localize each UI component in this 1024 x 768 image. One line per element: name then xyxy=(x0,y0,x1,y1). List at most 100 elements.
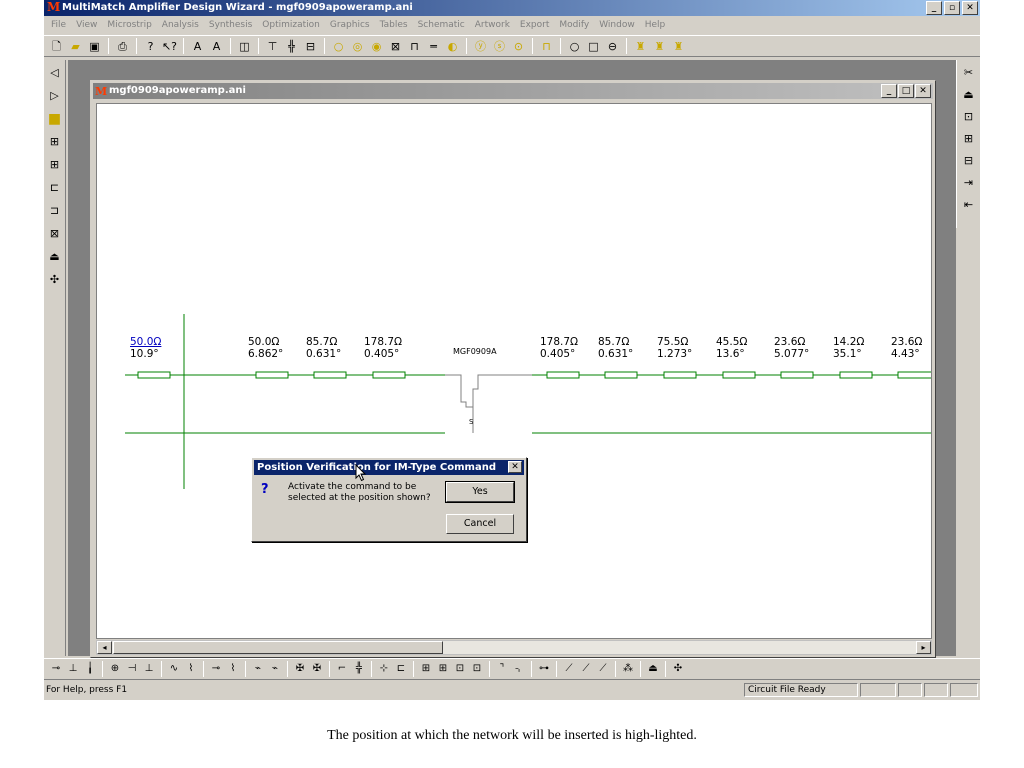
ckt-insert-icon[interactable]: ⊞ xyxy=(46,133,64,151)
network-d-icon[interactable]: ⊡ xyxy=(469,661,485,677)
schematic-canvas[interactable]: 50.0Ω 10.9° 50.0Ω 6.862° 85.7Ω 0.631° 17… xyxy=(96,103,932,639)
stub-right-2[interactable] xyxy=(604,371,638,379)
pulse-icon[interactable]: ⊓ xyxy=(538,38,555,55)
transformer-a-icon[interactable]: ✠ xyxy=(292,661,308,677)
equal-icon[interactable]: ═ xyxy=(425,38,442,55)
stub-icon[interactable]: ⊤ xyxy=(264,38,281,55)
cross-icon[interactable]: ✣ xyxy=(46,271,64,289)
component-b-icon[interactable]: ♜ xyxy=(651,38,668,55)
bend-icon[interactable]: ⌐ xyxy=(334,661,350,677)
network-a-icon[interactable]: ⊞ xyxy=(418,661,434,677)
stub-right-1[interactable] xyxy=(546,371,580,379)
block-icon[interactable]: ■ xyxy=(46,110,64,128)
new-file-icon[interactable]: 🗋 xyxy=(48,38,65,55)
document-maximize-button[interactable]: □ xyxy=(898,84,914,98)
s-chart-icon[interactable]: ⓢ xyxy=(491,38,508,55)
step-a-icon[interactable]: ⌝ xyxy=(494,661,510,677)
shunt-rc-icon[interactable]: ⌇ xyxy=(225,661,241,677)
menu-analysis[interactable]: Analysis xyxy=(157,20,204,30)
document-close-button[interactable]: ✕ xyxy=(915,84,931,98)
print-icon[interactable]: ⎙ xyxy=(114,38,131,55)
shunt-icon[interactable]: ⊐ xyxy=(46,202,64,220)
stub-right-3[interactable] xyxy=(663,371,697,379)
stub-right-5[interactable] xyxy=(780,371,814,379)
square-icon[interactable]: □ xyxy=(585,38,602,55)
via-b-icon[interactable]: ⊏ xyxy=(393,661,409,677)
resize-icon[interactable]: ◫ xyxy=(236,38,253,55)
context-help-icon[interactable]: ↖? xyxy=(161,38,178,55)
menu-tables[interactable]: Tables xyxy=(375,20,413,30)
scroll-right-button[interactable]: ▸ xyxy=(916,641,931,654)
menu-file[interactable]: File xyxy=(46,20,71,30)
horizontal-scrollbar[interactable]: ◂ ▸ xyxy=(96,640,932,655)
series-icon[interactable]: ⊏ xyxy=(46,179,64,197)
menu-export[interactable]: Export xyxy=(515,20,554,30)
ckt-extract-icon[interactable]: ⊞ xyxy=(46,156,64,174)
stub-right-7[interactable] xyxy=(897,371,932,379)
component-a-icon[interactable]: ♜ xyxy=(632,38,649,55)
series-resistor-icon[interactable]: ⊕ xyxy=(107,661,123,677)
menu-microstrip[interactable]: Microstrip xyxy=(102,20,156,30)
coupled-b-icon[interactable]: ⌁ xyxy=(267,661,283,677)
series-line-icon[interactable]: ⊸ xyxy=(48,661,64,677)
tee-junction-icon[interactable]: ╬ xyxy=(351,661,367,677)
loop-icon[interactable]: ◐ xyxy=(444,38,461,55)
stub-right-6[interactable] xyxy=(839,371,873,379)
series-rc-icon[interactable]: ⊸ xyxy=(208,661,224,677)
help-icon[interactable]: ? xyxy=(142,38,159,55)
save-icon[interactable]: ▣ xyxy=(86,38,103,55)
via-a-icon[interactable]: ⊹ xyxy=(376,661,392,677)
document-minimize-button[interactable]: _ xyxy=(881,84,897,98)
yes-button[interactable]: Yes xyxy=(445,481,515,503)
shunt-inductor-icon[interactable]: ⌇ xyxy=(183,661,199,677)
network-b-icon[interactable]: ⊞ xyxy=(435,661,451,677)
circle-a-icon[interactable]: ◎ xyxy=(349,38,366,55)
export-right-icon[interactable]: ⇥ xyxy=(960,174,978,192)
menu-synthesis[interactable]: Synthesis xyxy=(204,20,257,30)
dialog-title[interactable]: Position Verification for IM-Type Comman… xyxy=(254,460,524,475)
dot-chart-icon[interactable]: ⊙ xyxy=(510,38,527,55)
slant-b-icon[interactable]: ⟋ xyxy=(578,661,594,677)
tee-icon[interactable]: ╬ xyxy=(283,38,300,55)
gap-icon[interactable]: ⊶ xyxy=(536,661,552,677)
slant-c-icon[interactable]: ⟋ xyxy=(595,661,611,677)
eject-icon[interactable]: ⏏ xyxy=(960,86,978,104)
grid-icon[interactable]: ⊠ xyxy=(387,38,404,55)
menu-optimization[interactable]: Optimization xyxy=(257,20,325,30)
arch-tool-icon[interactable]: ⏏ xyxy=(645,661,661,677)
oval-icon[interactable]: ⊖ xyxy=(604,38,621,55)
stub-left-2[interactable] xyxy=(313,371,347,379)
stub-left-3[interactable] xyxy=(372,371,406,379)
bridge-icon[interactable]: ⊓ xyxy=(406,38,423,55)
circle-b-icon[interactable]: ◉ xyxy=(368,38,385,55)
arch-icon[interactable]: ⏏ xyxy=(46,248,64,266)
series-inductor-icon[interactable]: ∿ xyxy=(166,661,182,677)
zoom-out-icon[interactable]: ⊟ xyxy=(960,152,978,170)
cancel-button[interactable]: Cancel xyxy=(446,514,514,534)
menu-view[interactable]: View xyxy=(71,20,102,30)
zoom-in-icon[interactable]: ⊞ xyxy=(960,130,978,148)
open-stub-icon[interactable]: ╽ xyxy=(82,661,98,677)
series-capacitor-icon[interactable]: ⊣ xyxy=(124,661,140,677)
menu-modify[interactable]: Modify xyxy=(554,20,594,30)
app-titlebar[interactable]: M MultiMatch Amplifier Design Wizard - m… xyxy=(44,0,980,16)
probe-icon[interactable]: ⁂ xyxy=(620,661,636,677)
device-symbol[interactable] xyxy=(445,374,532,408)
network-c-icon[interactable]: ⊡ xyxy=(452,661,468,677)
menu-window[interactable]: Window xyxy=(594,20,640,30)
restore-button[interactable]: ▫ xyxy=(944,1,960,15)
coupled-a-icon[interactable]: ⌁ xyxy=(250,661,266,677)
scroll-left-button[interactable]: ◂ xyxy=(97,641,112,654)
text-alt-icon[interactable]: A xyxy=(208,38,225,55)
stub-input[interactable] xyxy=(137,371,171,379)
minimize-button[interactable]: _ xyxy=(926,1,942,15)
step-b-icon[interactable]: ⌍ xyxy=(511,661,527,677)
transformer-b-icon[interactable]: ✠ xyxy=(309,661,325,677)
dual-icon[interactable]: ⊠ xyxy=(46,225,64,243)
smith-chart-icon[interactable]: ○ xyxy=(330,38,347,55)
import-left-icon[interactable]: ⇤ xyxy=(960,196,978,214)
stub-right-4[interactable] xyxy=(722,371,756,379)
slant-a-icon[interactable]: ⟋ xyxy=(561,661,577,677)
open-folder-icon[interactable]: ▰ xyxy=(67,38,84,55)
cross-tool-icon[interactable]: ✣ xyxy=(670,661,686,677)
